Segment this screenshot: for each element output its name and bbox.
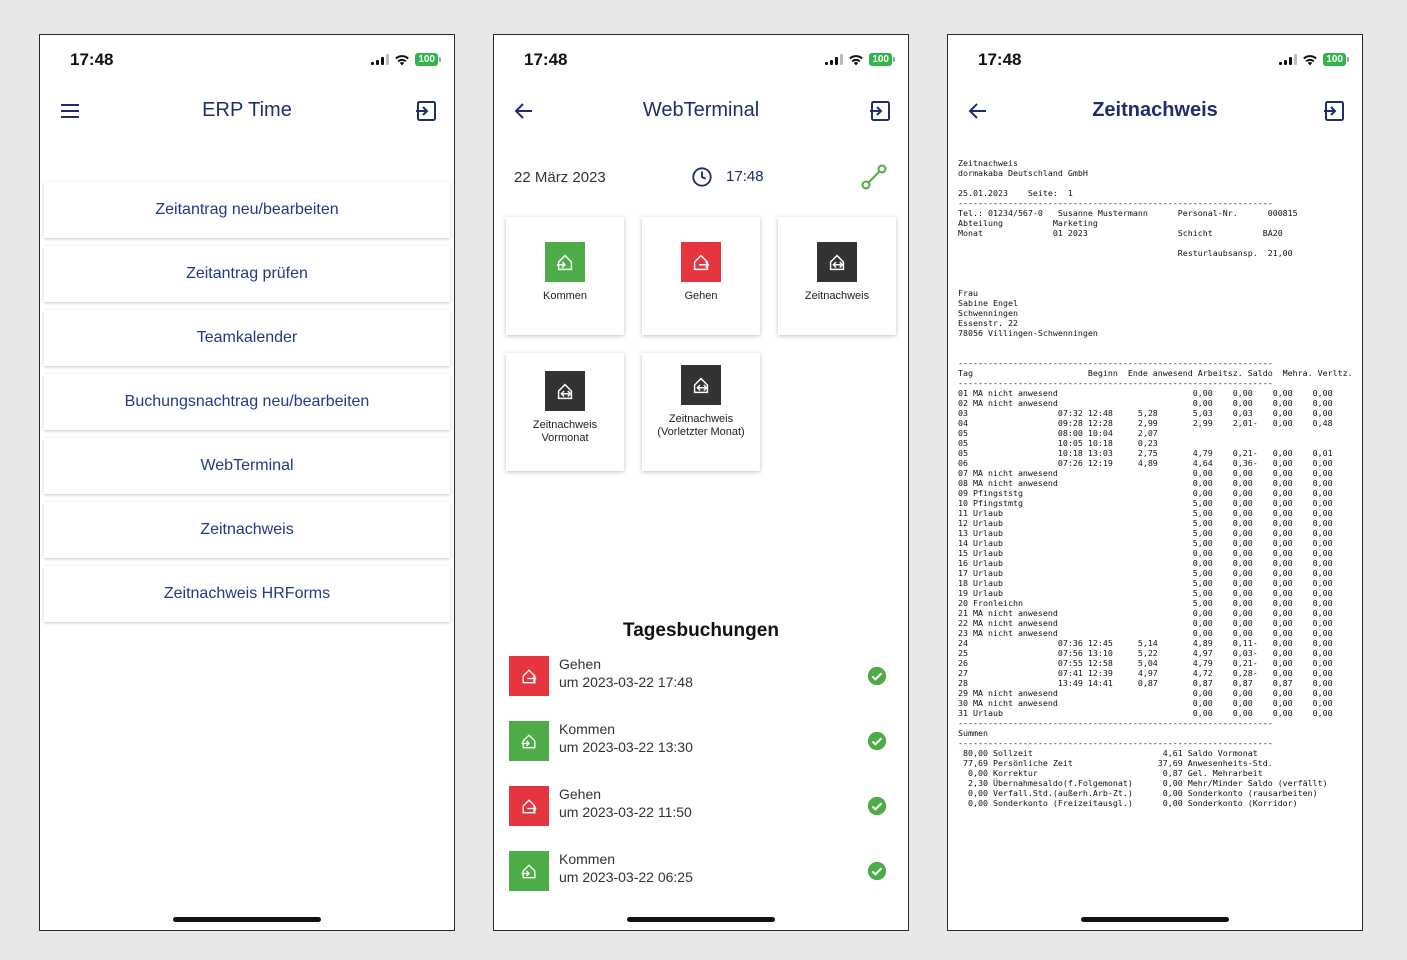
current-date: 22 März 2023 — [514, 169, 606, 186]
menu-item-zeitnachweis[interactable]: Zeitnachweis — [44, 502, 450, 558]
wifi-icon — [395, 54, 410, 65]
status-icons: 100 — [825, 53, 895, 66]
check-circle-icon — [867, 666, 887, 686]
status-bar: 17:48 100 — [494, 35, 908, 85]
check-circle-icon — [867, 796, 887, 816]
date-time-row: 22 März 2023 17:48 — [514, 163, 888, 193]
battery-icon: 100 — [415, 53, 441, 66]
gehen-icon — [681, 242, 721, 282]
tile-label: Zeitnachweis — [804, 290, 870, 302]
signal-icon — [825, 54, 844, 65]
booking-item[interactable]: Gehen um 2023-03-22 11:50 — [509, 786, 888, 826]
screen-webterminal: 17:48 100 WebTerminal 22 März 2023 17:48… — [493, 34, 909, 931]
page-title: WebTerminal — [642, 99, 760, 121]
page-title: Zeitnachweis — [1092, 99, 1218, 121]
menu-list: Zeitantrag neu/bearbeiten Zeitantrag prü… — [44, 182, 450, 630]
kommen-icon — [509, 851, 549, 891]
logout-icon[interactable] — [1322, 99, 1346, 123]
kommen-icon — [509, 721, 549, 761]
status-icons: 100 — [1279, 53, 1349, 66]
status-time: 17:48 — [524, 50, 568, 69]
logout-icon[interactable] — [868, 99, 892, 123]
zeitnachweis-vorletzter-icon — [681, 365, 721, 405]
tile-label: Kommen — [542, 290, 588, 302]
gehen-icon — [509, 786, 549, 826]
home-indicator[interactable] — [1081, 917, 1229, 922]
clock-icon — [692, 167, 712, 187]
tile-zeitnachweis[interactable]: Zeitnachweis — [778, 217, 896, 335]
status-time: 17:48 — [978, 50, 1022, 69]
gehen-icon — [509, 656, 549, 696]
booking-time: um 2023-03-22 11:50 — [559, 804, 692, 820]
booking-type: Kommen — [559, 721, 616, 737]
status-bar: 17:48 100 — [40, 35, 454, 85]
signal-icon — [371, 54, 390, 65]
home-indicator[interactable] — [173, 917, 321, 922]
current-time: 17:48 — [726, 168, 764, 185]
battery-icon: 100 — [869, 53, 895, 66]
screen-zeitnachweis: 17:48 100 Zeitnachweis Zeitnachweis dorm… — [947, 34, 1363, 931]
booking-time: um 2023-03-22 13:30 — [559, 739, 693, 755]
booking-item[interactable]: Kommen um 2023-03-22 06:25 — [509, 851, 888, 891]
tile-label: Zeitnachweis (Vorletzter Monat) — [657, 413, 745, 438]
tile-label: Zeitnachweis Vormonat — [532, 419, 598, 444]
tile-label: Gehen — [684, 290, 718, 302]
check-circle-icon — [867, 861, 887, 881]
tile-kommen[interactable]: Kommen — [506, 217, 624, 335]
booking-type: Kommen — [559, 851, 616, 867]
time-report-document: Zeitnachweis dormakaba Deutschland GmbH … — [958, 158, 1353, 808]
tile-gehen[interactable]: Gehen — [642, 217, 760, 335]
link-icon[interactable] — [860, 163, 888, 191]
booking-type: Gehen — [559, 786, 602, 802]
check-circle-icon — [867, 731, 887, 751]
menu-item-zeitnachweis-hrforms[interactable]: Zeitnachweis HRForms — [44, 566, 450, 622]
menu-item-zeitantrag[interactable]: Zeitantrag neu/bearbeiten — [44, 182, 450, 238]
zeitnachweis-vormonat-icon — [545, 371, 585, 411]
home-indicator[interactable] — [627, 917, 775, 922]
kommen-icon — [545, 242, 585, 282]
app-bar: ERP Time — [40, 95, 454, 127]
booking-item[interactable]: Kommen um 2023-03-22 13:30 — [509, 721, 888, 761]
bookings-title: Tagesbuchungen — [623, 620, 779, 641]
menu-item-webterminal[interactable]: WebTerminal — [44, 438, 450, 494]
page-title: ERP Time — [202, 99, 292, 121]
screen-erp-time: 17:48 100 ERP Time Zeitantrag neu/bearbe… — [39, 34, 455, 931]
menu-item-zeitantrag-pruefen[interactable]: Zeitantrag prüfen — [44, 246, 450, 302]
tile-zeitnachweis-vormonat[interactable]: Zeitnachweis Vormonat — [506, 353, 624, 471]
menu-item-buchungsnachtrag[interactable]: Buchungsnachtrag neu/bearbeiten — [44, 374, 450, 430]
zeitnachweis-icon — [817, 242, 857, 282]
logout-icon[interactable] — [414, 99, 438, 123]
status-icons: 100 — [371, 53, 441, 66]
wifi-icon — [849, 54, 864, 65]
status-time: 17:48 — [70, 50, 114, 69]
app-bar: WebTerminal — [494, 95, 908, 127]
signal-icon — [1279, 54, 1298, 65]
booking-time: um 2023-03-22 17:48 — [559, 674, 693, 690]
app-bar: Zeitnachweis — [948, 95, 1362, 127]
battery-icon: 100 — [1323, 53, 1349, 66]
booking-type: Gehen — [559, 656, 602, 672]
menu-item-teamkalender[interactable]: Teamkalender — [44, 310, 450, 366]
tile-zeitnachweis-vorletzter[interactable]: Zeitnachweis (Vorletzter Monat) — [642, 353, 760, 471]
booking-item[interactable]: Gehen um 2023-03-22 17:48 — [509, 656, 888, 696]
booking-time: um 2023-03-22 06:25 — [559, 869, 693, 885]
wifi-icon — [1303, 54, 1318, 65]
status-bar: 17:48 100 — [948, 35, 1362, 85]
